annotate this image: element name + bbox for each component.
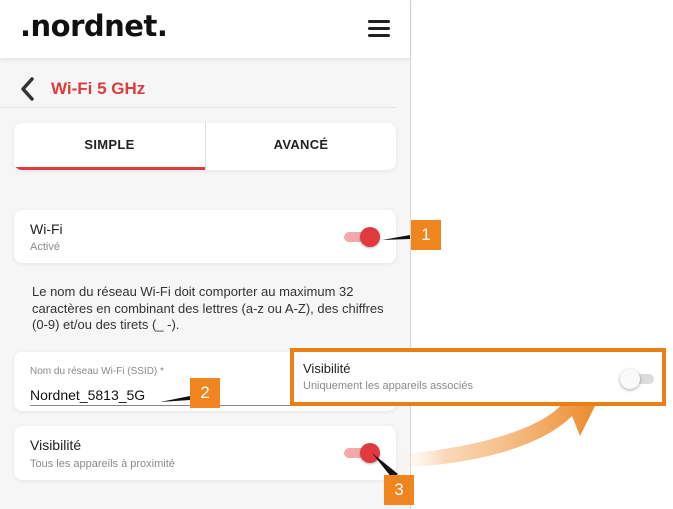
wifi-card: Wi-Fi Activé [14,210,396,263]
toggle-knob [360,443,380,463]
ssid-field-label: Nom du réseau Wi-Fi (SSID) * [30,366,164,377]
mode-tabs: SIMPLE AVANCÉ [14,123,396,170]
wifi-card-title: Wi-Fi [30,221,63,237]
visibility-toggle[interactable] [344,443,380,463]
wifi-toggle[interactable] [344,227,380,247]
hamburger-menu-icon[interactable] [368,20,390,38]
callout-3: 3 [384,475,414,505]
ssid-help-text: Le nom du réseau Wi-Fi doit comporter au… [32,284,384,332]
callout-2: 2 [190,378,220,408]
phone-screen: .nordnet. Wi-Fi 5 GHz SIMPLE AVANCÉ Wi-F… [0,0,411,509]
page-title: Wi-Fi 5 GHz [51,79,146,98]
zoom-panel-title: Visibilité [303,361,351,376]
top-bar: .nordnet. [0,0,410,58]
visibility-zoom-panel: Visibilité Uniquement les appareils asso… [290,348,666,406]
visibility-card-status: Tous les appareils à proximité [30,458,175,470]
tab-advanced[interactable]: AVANCÉ [206,123,396,170]
callout-1: 1 [411,220,441,250]
page-header: Wi-Fi 5 GHz [0,72,396,108]
tab-simple[interactable]: SIMPLE [14,123,205,170]
nordnet-logo[interactable]: .nordnet. [20,9,168,43]
zoom-panel-status: Uniquement les appareils associés [303,380,473,392]
visibility-card: Visibilité Tous les appareils à proximit… [14,426,396,480]
visibility-card-title: Visibilité [30,437,82,453]
toggle-knob [620,369,640,389]
chevron-left-icon[interactable] [18,76,38,102]
zoom-visibility-toggle[interactable] [620,369,656,389]
toggle-knob [360,227,380,247]
wifi-card-status: Activé [30,241,60,253]
